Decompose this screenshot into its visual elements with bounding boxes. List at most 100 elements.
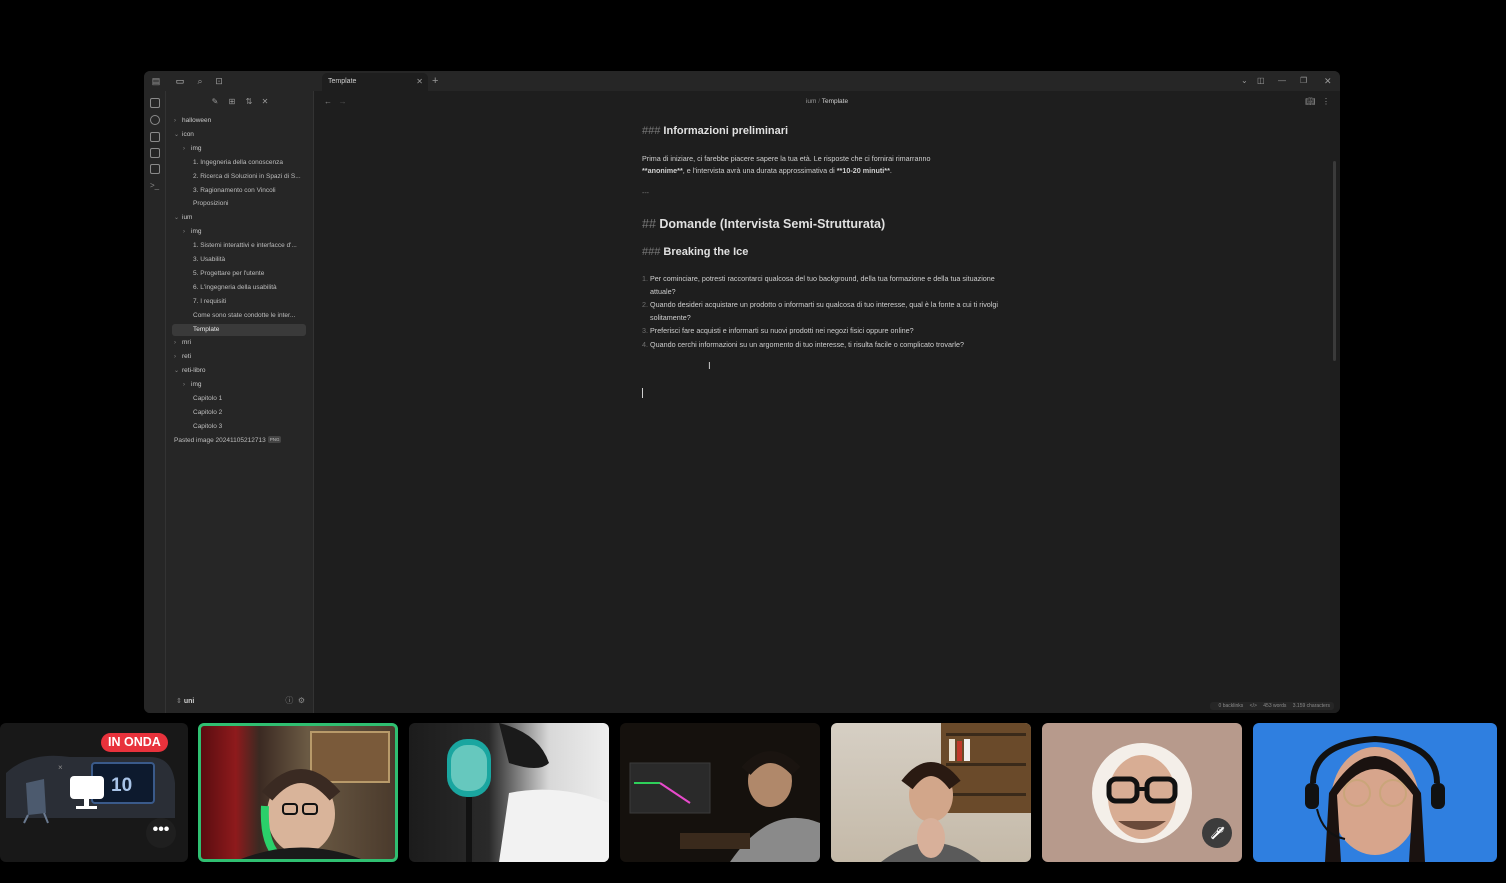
chevron-down-icon[interactable]: ⌄ xyxy=(174,129,182,141)
tab-label: Template xyxy=(328,78,357,85)
chevron-right-icon[interactable]: › xyxy=(183,143,191,155)
chevron-right-icon[interactable]: › xyxy=(174,351,182,363)
file-item[interactable]: Capitolo 1 xyxy=(193,393,321,405)
chevron-right-icon[interactable]: › xyxy=(174,115,182,127)
intro-text: , e l'intervista avrà una durata appross… xyxy=(682,166,837,175)
sort-icon[interactable]: ⇅ xyxy=(244,97,254,107)
more-options-icon[interactable]: ⋮ xyxy=(1322,97,1330,106)
vault-switcher[interactable]: ⇕ uni xyxy=(176,697,194,705)
close-icon[interactable]: ✕ xyxy=(416,73,423,91)
file-item[interactable]: 1. Ingegneria della conoscenza xyxy=(193,157,321,169)
file-item[interactable]: 2. Ricerca di Soluzioni in Spazi di S... xyxy=(193,171,321,183)
chevron-down-icon[interactable]: ⌄ xyxy=(1241,75,1248,87)
participant-video xyxy=(629,751,820,862)
folder-item[interactable]: › reti xyxy=(174,351,302,363)
breadcrumb-current[interactable]: Template xyxy=(822,98,848,105)
collapse-all-icon[interactable]: ✕ xyxy=(260,97,270,107)
left-ribbon: >_ xyxy=(144,91,166,713)
breadcrumb-separator: / xyxy=(818,98,821,105)
heading-text: Informazioni preliminari xyxy=(663,125,789,137)
chevron-right-icon[interactable]: › xyxy=(174,337,182,349)
chevron-down-icon[interactable]: ⌄ xyxy=(174,365,182,377)
tree-item-label: reti-libro xyxy=(182,367,206,375)
bookmark-icon[interactable]: ⊡ xyxy=(213,75,225,87)
heading-text: Domande (Intervista Semi-Strutturata) xyxy=(659,217,886,231)
participant-tile-7[interactable] xyxy=(1253,723,1497,862)
heading-marker: ### xyxy=(642,246,661,258)
file-item[interactable]: Template xyxy=(172,323,306,336)
svg-text:×: × xyxy=(58,763,63,772)
code-icon[interactable]: </> xyxy=(1250,703,1257,709)
close-window-icon[interactable]: ✕ xyxy=(1324,75,1332,87)
file-item[interactable]: 3. Ragionamento con Vincoli xyxy=(193,185,321,197)
new-tab-icon[interactable]: + xyxy=(432,75,438,87)
tree-item-label: 5. Progettare per l'utente xyxy=(193,269,265,277)
sidebar-toggle-icon[interactable]: ▤ xyxy=(150,75,162,87)
list-item: 1. Per cominciare, potresti raccontarci q… xyxy=(642,273,1002,298)
folder-item[interactable]: ⌄ icon xyxy=(174,129,302,141)
participant-tile-3[interactable] xyxy=(409,723,609,862)
file-type-badge: PNG xyxy=(267,436,282,444)
file-item[interactable]: 1. Sistemi interattivi e interfacce d'..… xyxy=(193,240,321,252)
status-backlinks[interactable]: 0 backlinks xyxy=(1219,703,1244,709)
templates-icon[interactable] xyxy=(150,164,160,174)
chevron-right-icon[interactable]: › xyxy=(183,379,191,391)
terminal-icon[interactable]: >_ xyxy=(150,181,160,191)
list-text: Quando cerchi informazioni su un argomen… xyxy=(650,339,965,349)
tab-template[interactable]: Template ✕ xyxy=(322,73,428,91)
folder-item[interactable]: › img xyxy=(183,143,311,155)
participant-tile-5[interactable] xyxy=(831,723,1031,862)
new-folder-icon[interactable]: ⊞ xyxy=(227,97,237,107)
restore-icon[interactable]: ❐ xyxy=(1300,75,1307,87)
list-item: 4. Quando cerchi informazioni su un argom… xyxy=(642,339,1002,352)
chevron-right-icon[interactable]: › xyxy=(183,226,191,238)
files-icon[interactable]: ▭ xyxy=(174,75,186,87)
folder-item[interactable]: ⌄ reti-libro xyxy=(174,365,302,377)
chevron-down-icon[interactable]: ⌄ xyxy=(174,212,182,224)
list-number: 1. xyxy=(642,274,648,283)
file-item[interactable]: Come sono state condotte le inter... xyxy=(193,310,321,322)
list-number: 3. xyxy=(642,326,648,335)
file-item[interactable]: Proposizioni xyxy=(193,198,321,210)
file-explorer: ✎ ⊞ ⇅ ✕ › halloween ⌄ icon › img 1. Ingegneria… xyxy=(166,91,314,713)
folder-item[interactable]: › halloween xyxy=(174,115,302,127)
heading-text: Breaking the Ice xyxy=(663,246,749,258)
tree-item-label: Pasted image 20241105212713 xyxy=(174,436,266,444)
canvas-icon[interactable] xyxy=(150,132,160,142)
intro-paragraph: Prima di iniziare, ci farebbe piacere sa… xyxy=(642,153,1002,177)
tree-item-label: halloween xyxy=(182,117,212,124)
heading-marker: ### xyxy=(642,125,661,137)
graph-icon[interactable] xyxy=(150,115,160,125)
tree-item-label: mri xyxy=(182,339,192,347)
file-item[interactable]: 3. Usabilità xyxy=(193,254,321,266)
file-item[interactable]: Pasted image 20241105212713 PNG xyxy=(174,435,302,447)
more-options-button[interactable]: ••• xyxy=(146,818,176,848)
folder-item[interactable]: › img xyxy=(183,226,311,238)
participant-tile-speaker[interactable] xyxy=(198,723,398,862)
caret xyxy=(642,388,643,398)
minimize-icon[interactable]: — xyxy=(1278,75,1286,87)
breadcrumb-folder[interactable]: ium xyxy=(806,98,816,105)
microphone-off-icon: 🎤︎ xyxy=(1202,818,1232,848)
participant-tile-4[interactable] xyxy=(620,723,820,862)
file-item[interactable]: Capitolo 2 xyxy=(193,407,321,419)
folder-item[interactable]: › mri xyxy=(174,337,302,349)
folder-item[interactable]: ⌄ ium xyxy=(174,212,302,224)
file-item[interactable]: 5. Progettare per l'utente xyxy=(193,268,321,280)
open-switcher-icon[interactable] xyxy=(150,98,160,108)
calendar-icon[interactable] xyxy=(150,148,160,158)
reading-view-icon[interactable]: 📖︎ xyxy=(1305,97,1315,106)
live-badge: IN ONDA xyxy=(101,733,168,752)
folder-item[interactable]: › img xyxy=(183,379,311,391)
tree-item-label: img xyxy=(191,381,202,389)
help-icon[interactable]: ⓘ xyxy=(285,696,293,705)
file-item[interactable]: 7. I requisiti xyxy=(193,296,321,308)
new-note-icon[interactable]: ✎ xyxy=(210,97,220,107)
settings-icon[interactable]: ⚙ xyxy=(298,696,305,705)
search-icon[interactable]: ⌕ xyxy=(194,75,206,87)
editor-scrollbar[interactable] xyxy=(1333,161,1336,361)
layout-icon[interactable]: ◫ xyxy=(1257,75,1265,87)
file-item[interactable]: Capitolo 3 xyxy=(193,421,321,433)
tree-item-label: Capitolo 3 xyxy=(193,422,223,430)
file-item[interactable]: 6. L'ingegneria della usabilità xyxy=(193,282,321,294)
